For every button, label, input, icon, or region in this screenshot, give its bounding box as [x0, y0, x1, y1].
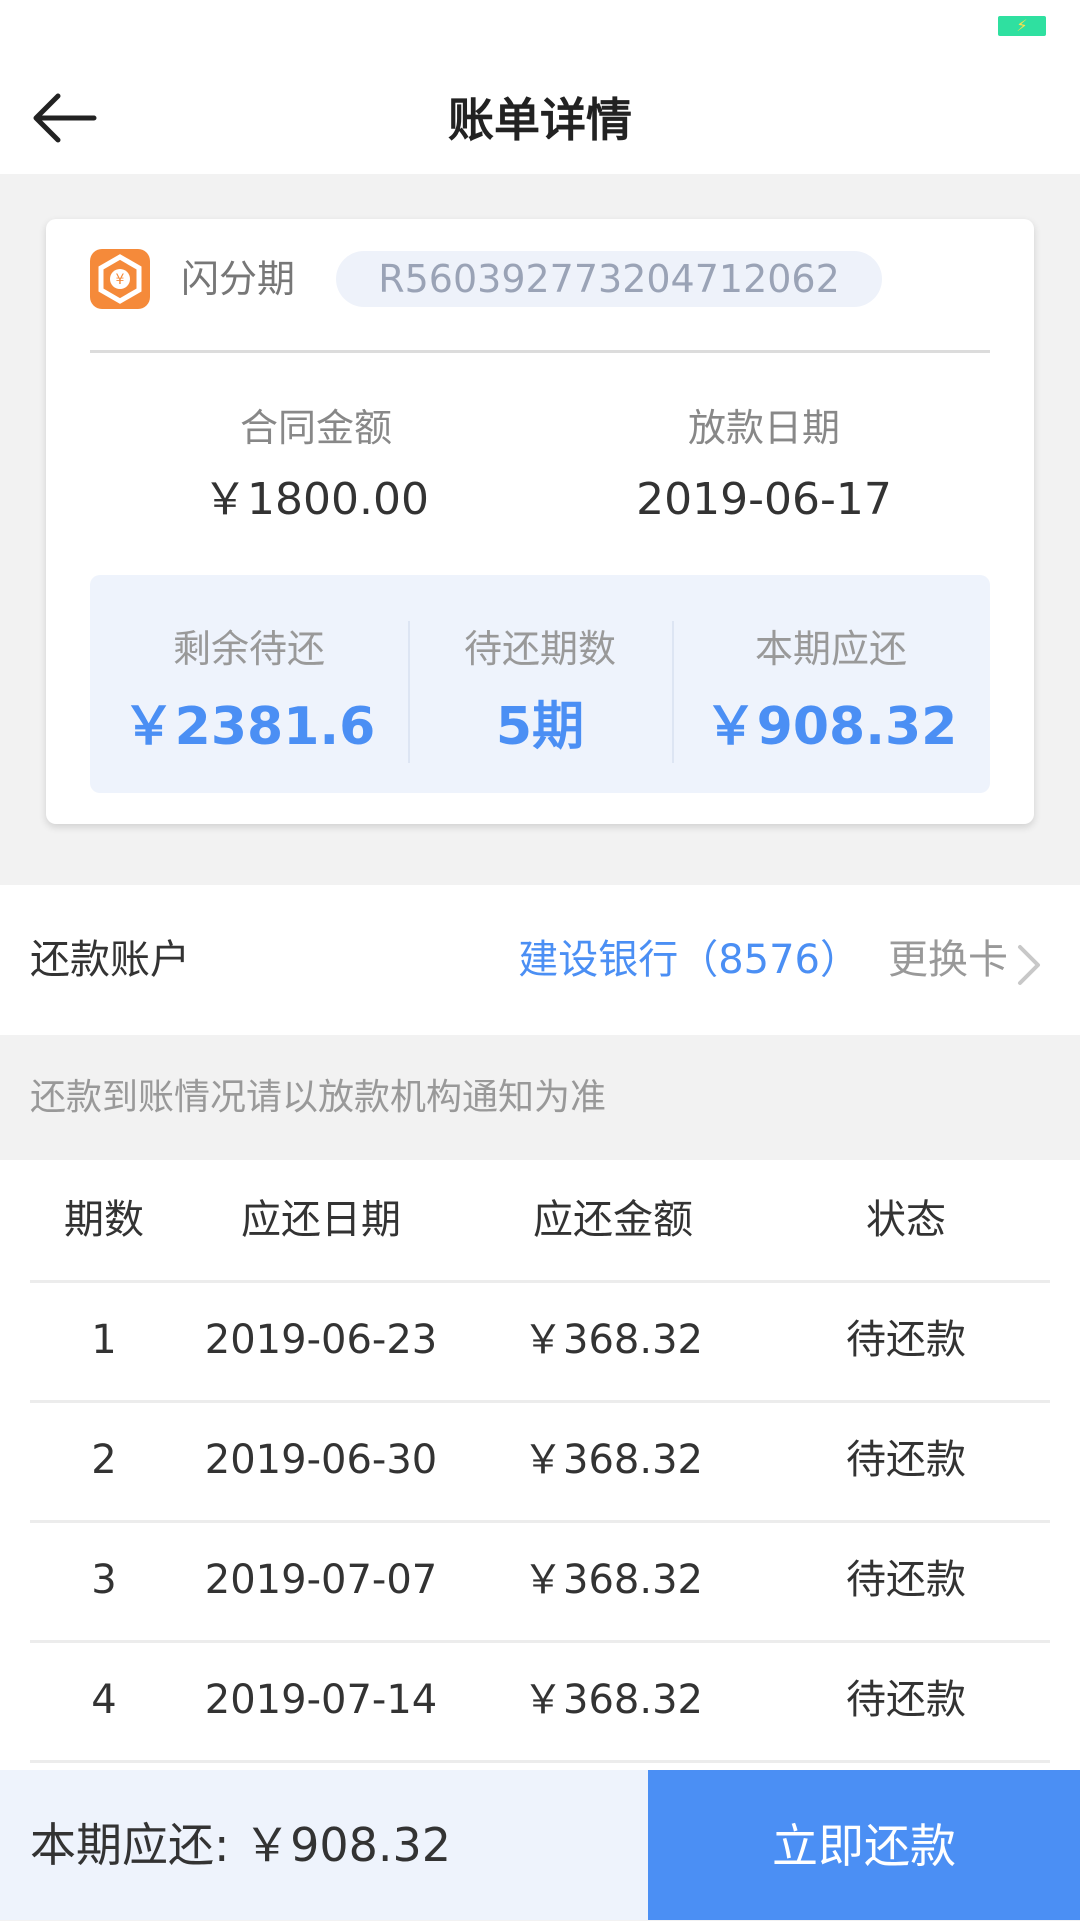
summary-label: 剩余待还	[172, 627, 325, 671]
row-status: 待还款	[846, 1437, 966, 1483]
summary-remaining: 剩余待还 ￥2381.6	[90, 575, 408, 793]
row-amount: ￥368.32	[523, 1557, 703, 1603]
table-row: 2 2019-06-30 ￥368.32 待还款	[30, 1400, 1050, 1523]
row-status: 待还款	[846, 1677, 966, 1723]
summary-label: 待还期数	[463, 627, 616, 671]
card-divider	[90, 350, 990, 353]
bill-card: ¥ 闪分期 R560392773204712062 合同金额 ￥1800.00 …	[46, 219, 1034, 824]
table-row: 1 2019-06-23 ￥368.32 待还款	[30, 1280, 1050, 1403]
loan-date-label: 放款日期	[687, 406, 840, 450]
repayment-summary: 剩余待还 ￥2381.6 待还期数 5期 本期应还 ￥908.32	[90, 575, 990, 793]
summary-value: ￥908.32	[704, 697, 958, 757]
header-date: 应还日期	[241, 1197, 401, 1243]
page-title: 账单详情	[448, 93, 632, 147]
account-bank: 建设银行（8576）	[518, 937, 860, 983]
nav-bar: 账单详情	[0, 60, 1080, 174]
repay-now-button[interactable]: 立即还款	[648, 1770, 1080, 1920]
contract-amount-value: ￥1800.00	[203, 474, 429, 525]
contract-number: R560392773204712062	[336, 251, 882, 307]
change-card-button[interactable]: 更换卡	[888, 935, 1008, 985]
row-period: 2	[91, 1437, 117, 1483]
loan-date-value: 2019-06-17	[636, 474, 892, 525]
row-period: 4	[91, 1677, 117, 1723]
lender-logo: ¥	[90, 249, 150, 309]
notice-text: 还款到账情况请以放款机构通知为准	[30, 1077, 607, 1118]
current-due-summary: 本期应还: ￥908.32	[30, 1818, 452, 1872]
row-date: 2019-06-23	[204, 1317, 438, 1363]
svg-text:¥: ¥	[116, 272, 125, 288]
row-date: 2019-06-30	[204, 1437, 438, 1483]
row-status: 待还款	[846, 1557, 966, 1603]
header-period: 期数	[64, 1197, 144, 1243]
header-amount: 应还金额	[533, 1197, 693, 1243]
row-amount: ￥368.32	[523, 1677, 703, 1723]
row-status: 待还款	[846, 1317, 966, 1363]
lender-logo-icon: ¥	[98, 254, 142, 304]
bottom-bar: 本期应还: ￥908.32 立即还款	[0, 1770, 1080, 1920]
summary-value: 5期	[495, 697, 585, 757]
table-row: 4 2019-07-14 ￥368.32 待还款	[30, 1640, 1050, 1763]
summary-current-due: 本期应还 ￥908.32	[672, 575, 990, 793]
row-amount: ￥368.32	[523, 1317, 703, 1363]
summary-label: 本期应还	[754, 627, 907, 671]
table-row: 3 2019-07-07 ￥368.32 待还款	[30, 1520, 1050, 1643]
lender-name: 闪分期	[181, 257, 296, 301]
contract-amount: 合同金额 ￥1800.00	[116, 404, 516, 528]
summary-periods: 待还期数 5期	[408, 575, 672, 793]
repayment-schedule: 期数 应还日期 应还金额 状态 1 2019-06-23 ￥368.32 待还款…	[0, 1160, 1080, 1770]
chevron-right-icon	[1018, 945, 1040, 985]
account-label: 还款账户	[30, 937, 190, 983]
schedule-header: 期数 应还日期 应还金额 状态	[30, 1160, 1050, 1283]
contract-amount-label: 合同金额	[239, 406, 392, 450]
row-date: 2019-07-14	[204, 1677, 438, 1723]
battery-charging-icon: ⚡	[998, 16, 1046, 36]
row-date: 2019-07-07	[204, 1557, 438, 1603]
row-period: 1	[91, 1317, 117, 1363]
repayment-account-row[interactable]: 还款账户 建设银行（8576） 更换卡	[0, 885, 1080, 1035]
row-period: 3	[91, 1557, 117, 1603]
row-amount: ￥368.32	[523, 1437, 703, 1483]
status-bar: ⚡	[0, 0, 1080, 60]
header-status: 状态	[866, 1197, 946, 1243]
loan-date: 放款日期 2019-06-17	[564, 404, 964, 528]
summary-value: ￥2381.6	[122, 697, 376, 757]
notice-bar: 还款到账情况请以放款机构通知为准	[0, 1035, 1080, 1160]
